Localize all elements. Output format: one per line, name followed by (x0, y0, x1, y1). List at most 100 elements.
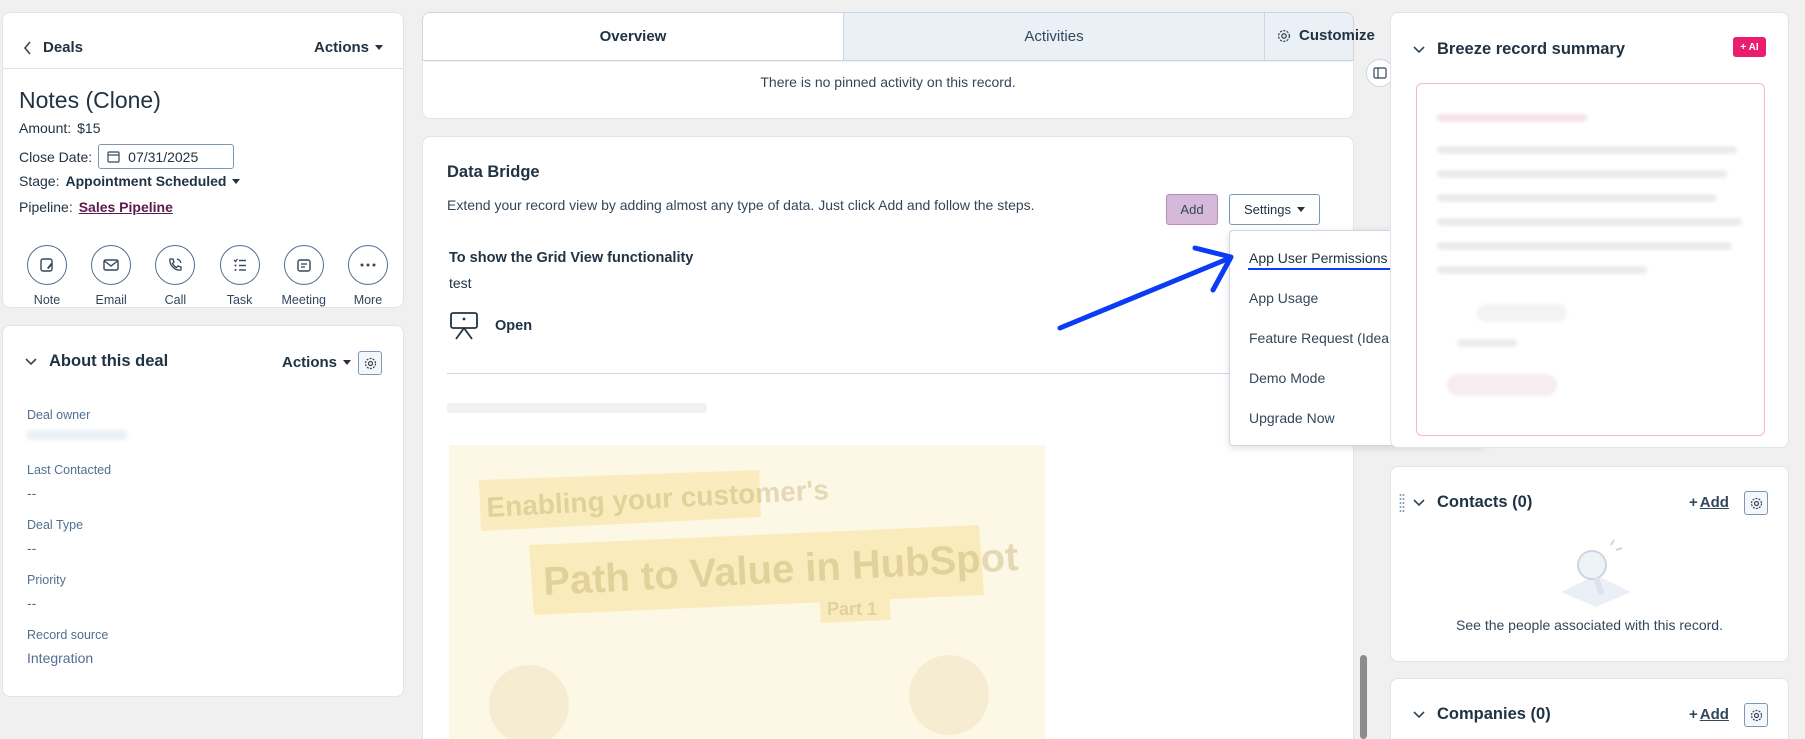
blurred-line (1437, 266, 1647, 274)
deal-owner-value-blurred[interactable] (27, 430, 127, 440)
open-label: Open (495, 318, 533, 334)
empty-search-illustration-icon (1556, 537, 1636, 607)
header-actions-button[interactable]: Actions (314, 39, 384, 56)
open-presentation-button[interactable]: Open (449, 312, 532, 340)
video-part-label: Part 1 (827, 599, 877, 619)
menu-item-upgrade-now[interactable]: Upgrade Now (1249, 410, 1335, 426)
stage-value[interactable]: Appointment Scheduled (65, 173, 226, 189)
priority-value[interactable]: -- (27, 595, 36, 611)
blurred-chip (1477, 304, 1567, 322)
chevron-down-icon (1413, 498, 1425, 507)
close-date-input[interactable]: 07/31/2025 (98, 144, 235, 169)
tab-overview[interactable]: Overview (423, 13, 844, 60)
task-icon[interactable] (219, 245, 260, 285)
drag-handle-icon[interactable] (1399, 493, 1405, 515)
contacts-settings-button[interactable] (1744, 491, 1768, 515)
blurred-line (1437, 170, 1727, 178)
blurred-line (1437, 242, 1732, 250)
add-button[interactable]: Add (1166, 194, 1218, 225)
plus-icon: + (1689, 494, 1698, 511)
chevron-down-icon (1413, 45, 1425, 54)
back-to-deals-link[interactable]: Deals (23, 39, 83, 56)
last-contacted-label: Last Contacted (27, 463, 112, 477)
add-company-label: Add (1699, 706, 1729, 723)
companies-section-toggle[interactable]: Companies (0) (1413, 705, 1551, 724)
companies-settings-button[interactable] (1744, 703, 1768, 727)
caret-down-icon (1296, 207, 1305, 212)
about-settings-button[interactable] (358, 351, 382, 375)
blurred-line (1437, 146, 1737, 154)
record-title: Notes (Clone) (19, 87, 161, 113)
amount-value[interactable]: $15 (77, 120, 100, 136)
contacts-card: Contacts (0) + Add See the people associ… (1390, 466, 1789, 662)
data-bridge-description: Extend your record view by adding almost… (447, 197, 1035, 213)
menu-item-demo-mode[interactable]: Demo Mode (1249, 370, 1325, 386)
pipeline-link[interactable]: Sales Pipeline (79, 199, 173, 215)
faint-caption-placeholder (447, 403, 707, 413)
call-action[interactable]: Call (143, 245, 207, 307)
deal-type-value[interactable]: -- (27, 540, 36, 556)
meeting-action[interactable]: Meeting (272, 245, 336, 307)
faded-video-thumbnail[interactable]: Enabling your customer's Path to Value i… (449, 445, 1045, 739)
back-label: Deals (43, 39, 84, 56)
data-bridge-card: Data Bridge Extend your record view by a… (422, 136, 1354, 739)
more-action-label: More (353, 293, 383, 307)
email-action[interactable]: Email (79, 245, 143, 307)
ai-badge: + AI (1733, 37, 1766, 57)
header-divider (3, 68, 403, 69)
about-section-title: About this deal (49, 352, 169, 370)
menu-item-app-usage[interactable]: App Usage (1249, 290, 1318, 306)
more-action[interactable]: More (336, 245, 400, 307)
companies-card: Companies (0) + Add (1390, 678, 1789, 739)
call-action-label: Call (164, 293, 187, 307)
last-contacted-value[interactable]: -- (27, 485, 36, 501)
note-icon[interactable] (27, 245, 67, 285)
more-icon[interactable] (347, 245, 388, 285)
grid-view-title: To show the Grid View functionality (449, 250, 694, 266)
plus-icon: + (1689, 706, 1698, 723)
actions-label: Actions (314, 39, 370, 56)
add-contact-label: Add (1699, 494, 1729, 511)
breeze-section-toggle[interactable]: Breeze record summary (1413, 40, 1625, 59)
tab-activities[interactable]: Activities (844, 13, 1265, 60)
about-actions-button[interactable]: Actions (282, 354, 352, 371)
call-icon[interactable] (155, 245, 196, 285)
pipeline-label: Pipeline: (19, 199, 73, 215)
add-company-link[interactable]: + Add (1689, 706, 1729, 723)
note-action[interactable]: Note (15, 245, 79, 307)
meeting-action-label: Meeting (281, 293, 326, 307)
section-divider (447, 373, 1334, 374)
main-scrollbar-track[interactable] (1355, 62, 1369, 739)
blurred-line (1437, 194, 1717, 202)
contacts-section-toggle[interactable]: Contacts (0) (1413, 493, 1532, 512)
gear-icon (1277, 29, 1291, 43)
close-date-value: 07/31/2025 (128, 148, 199, 165)
email-icon[interactable] (91, 245, 132, 285)
record-source-value: Integration (27, 650, 94, 666)
quick-actions-row: Note Email Call Task Meeting More (15, 245, 400, 307)
contacts-section-title: Contacts (0) (1437, 493, 1533, 511)
main-scrollbar-thumb[interactable] (1360, 655, 1367, 739)
pipeline-row: Pipeline: Sales Pipeline (19, 199, 173, 215)
about-this-deal-card: About this deal Actions Deal owner Last … (2, 325, 404, 697)
chevron-down-icon (25, 357, 37, 366)
add-contact-link[interactable]: + Add (1689, 494, 1729, 511)
note-action-label: Note (33, 293, 61, 307)
settings-dropdown-button[interactable]: Settings (1229, 194, 1320, 225)
calendar-icon (107, 150, 120, 163)
meeting-icon[interactable] (283, 245, 324, 285)
stage-label: Stage: (19, 173, 60, 189)
companies-section-title: Companies (0) (1437, 705, 1551, 723)
stage-row: Stage: Appointment Scheduled (19, 173, 241, 189)
presentation-icon (449, 312, 479, 340)
pinned-empty-text: There is no pinned activity on this reco… (760, 74, 1016, 90)
customize-button[interactable]: Customize (1277, 27, 1375, 44)
amount-label: Amount: (19, 120, 72, 136)
blurred-line (1457, 339, 1517, 347)
caret-down-icon (343, 360, 352, 365)
caret-down-icon[interactable] (232, 178, 241, 184)
gear-icon (364, 357, 377, 370)
task-action[interactable]: Task (208, 245, 272, 307)
email-action-label: Email (95, 293, 127, 307)
about-section-toggle[interactable]: About this deal (25, 352, 168, 371)
